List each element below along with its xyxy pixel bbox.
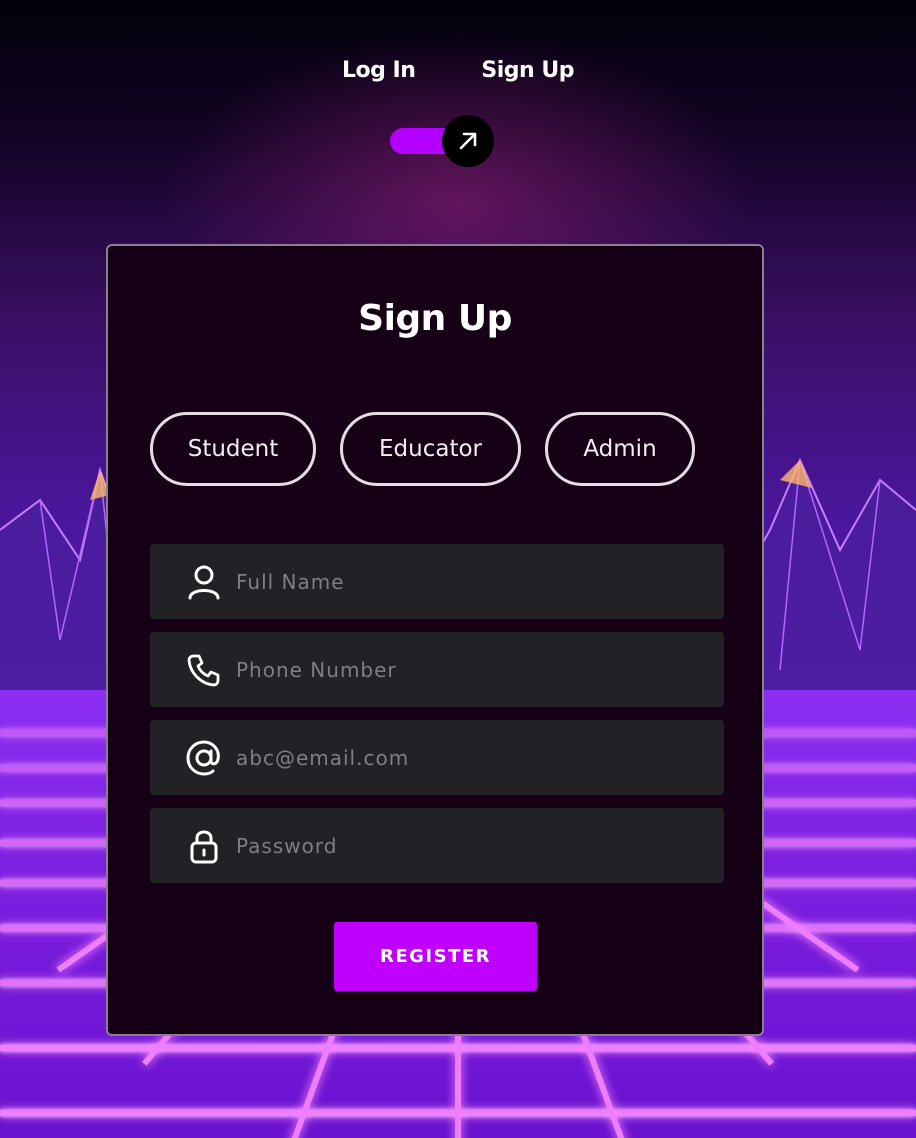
role-educator-button[interactable]: Educator <box>340 412 521 486</box>
email-field[interactable] <box>150 720 724 795</box>
role-student-button[interactable]: Student <box>150 412 316 486</box>
login-signup-toggle[interactable] <box>390 115 494 167</box>
card-title: Sign Up <box>358 298 512 339</box>
sign-up-card: Sign Up Student Educator Admin Full Name… <box>106 244 764 1036</box>
role-admin-button[interactable]: Admin <box>545 412 695 486</box>
register-button[interactable]: REGISTER <box>334 922 537 991</box>
password-field[interactable] <box>150 808 724 883</box>
full-name-field[interactable] <box>150 544 724 619</box>
phone-number-field[interactable] <box>150 632 724 707</box>
tab-log-in[interactable]: Log In <box>342 58 416 83</box>
arrow-up-right-icon <box>459 132 477 150</box>
toggle-knob[interactable] <box>442 115 494 167</box>
email-input[interactable] <box>236 720 724 795</box>
lock-icon <box>184 826 224 866</box>
phone-number-input[interactable] <box>236 632 724 707</box>
auth-tabs: Log In Sign Up <box>0 58 916 83</box>
tab-sign-up[interactable]: Sign Up <box>481 58 574 83</box>
password-input[interactable] <box>236 808 724 883</box>
at-sign-icon <box>184 738 224 778</box>
user-icon <box>184 562 224 602</box>
phone-icon <box>184 650 224 690</box>
full-name-input[interactable] <box>236 544 724 619</box>
